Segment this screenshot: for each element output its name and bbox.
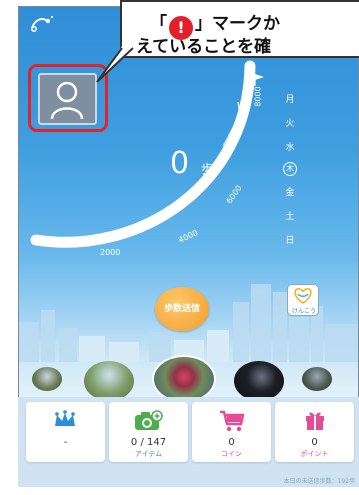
kenkou-label: けんこう xyxy=(291,308,316,315)
points-card[interactable]: 0 ポイント xyxy=(275,402,354,462)
weekday-fri[interactable]: 金 xyxy=(280,183,300,203)
coins-card[interactable]: 0 コイン xyxy=(192,402,271,462)
rank-card[interactable]: - xyxy=(26,402,105,462)
weekday-mon[interactable]: 月 xyxy=(280,90,300,110)
items-value: 0 / 147 xyxy=(130,437,167,448)
photo-strip xyxy=(18,355,359,403)
photo-thumb-4[interactable] xyxy=(234,361,284,401)
weekday-wed[interactable]: 水 xyxy=(280,138,300,158)
step-unit: 歩 xyxy=(201,162,214,176)
points-value: 0 xyxy=(311,437,318,448)
gift-icon xyxy=(306,412,324,430)
photo-thumb-5[interactable] xyxy=(302,367,332,391)
flag-icon xyxy=(254,74,264,86)
send-steps-button[interactable]: 歩数送信 xyxy=(155,287,209,331)
footer-bar: - 0 / 147 アイテム 0 コイン 0 ポイント 本日の未送信歩数：192… xyxy=(18,397,359,487)
kenkou-button[interactable]: けんこう xyxy=(287,284,319,316)
weekday-tue[interactable]: 火 xyxy=(280,114,300,134)
callout-bubble: 「! 」マークか えていることを確 xyxy=(120,0,359,58)
tick-2000: 2000 xyxy=(100,248,121,257)
rank-value: - xyxy=(63,437,68,448)
weekday-sat[interactable]: 土 xyxy=(280,207,300,227)
tick-8000: 8000 xyxy=(253,86,263,107)
camera-icon xyxy=(135,410,163,430)
photo-thumb-2[interactable] xyxy=(84,361,134,401)
cart-icon xyxy=(220,410,245,432)
weekday-selector: 月 火 水 木 金 土 日 xyxy=(280,90,302,255)
coins-label: コイン xyxy=(221,450,242,458)
crown-icon xyxy=(55,410,75,426)
weekday-sun[interactable]: 日 xyxy=(280,231,300,251)
photo-thumb-1[interactable] xyxy=(32,367,62,391)
points-label: ポイント xyxy=(300,450,329,458)
items-card[interactable]: 0 / 147 アイテム xyxy=(109,402,188,462)
callout-line-2: えていることを確 xyxy=(136,37,272,57)
coins-value: 0 xyxy=(228,437,235,448)
step-count: 0 xyxy=(170,146,190,181)
items-label: アイテム xyxy=(134,450,163,458)
callout-tail xyxy=(96,46,135,83)
photo-thumb-3[interactable] xyxy=(152,355,216,403)
heart-icon xyxy=(294,287,312,304)
unsent-steps-note: 本日の未送信歩数：192歩 xyxy=(283,478,355,485)
weekday-thu[interactable]: 木 xyxy=(283,162,297,176)
